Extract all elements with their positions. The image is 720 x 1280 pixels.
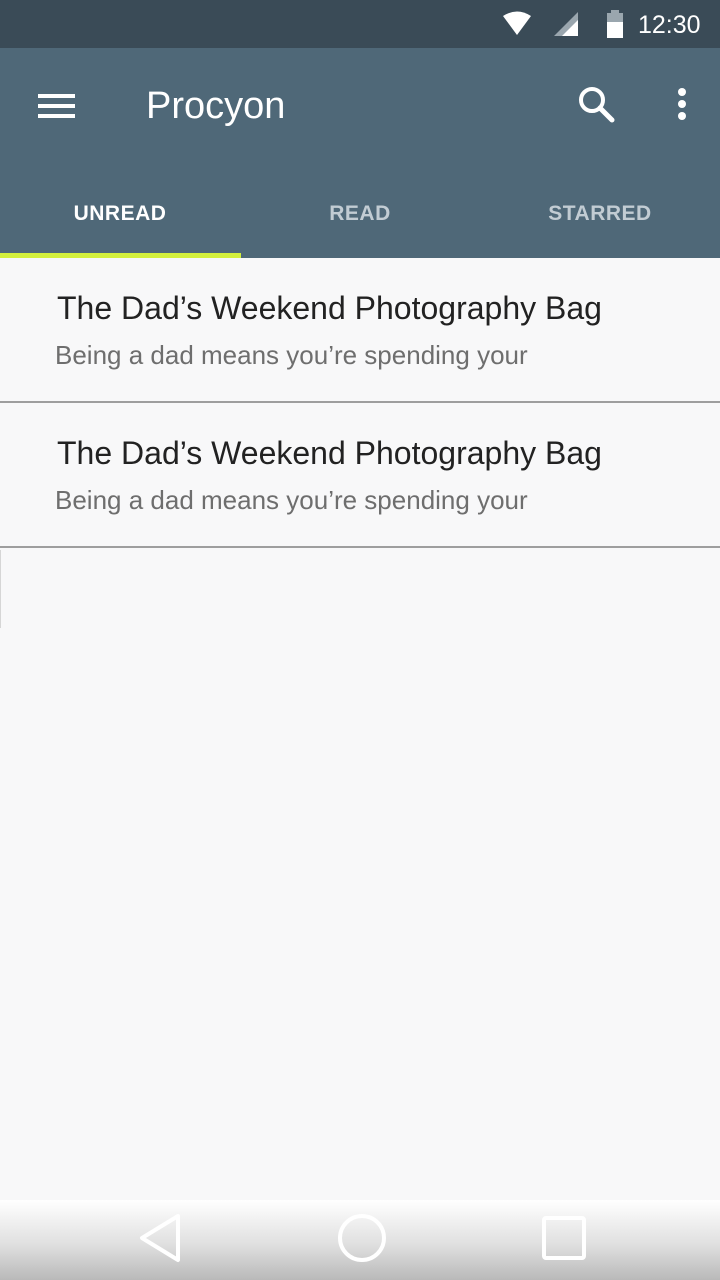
home-icon (338, 1214, 386, 1262)
back-icon (140, 1214, 180, 1262)
app-title: Procyon (146, 85, 286, 127)
wifi-icon (502, 11, 532, 42)
tab-starred-label: STARRED (548, 202, 652, 225)
search-icon (579, 87, 615, 123)
tab-read[interactable]: READ (240, 170, 480, 258)
back-button[interactable] (136, 1212, 186, 1269)
cell-signal-icon (553, 11, 579, 42)
tab-unread-label: UNREAD (73, 202, 167, 225)
article-snippet: Being a dad means you’re spending your (55, 485, 528, 515)
article-list: The Dad’s Weekend Photography Bag Being … (0, 258, 720, 548)
tab-read-label: READ (329, 202, 391, 225)
menu-icon (38, 94, 75, 118)
status-bar: 12:30 (0, 0, 720, 48)
more-vert-icon (678, 88, 686, 120)
list-item[interactable]: The Dad’s Weekend Photography Bag Being … (0, 258, 720, 403)
divider (0, 550, 1, 628)
search-button[interactable] (572, 80, 620, 128)
more-options-button[interactable] (664, 80, 700, 128)
tab-unread[interactable]: UNREAD (0, 170, 241, 258)
navigation-bar (0, 1200, 720, 1280)
article-title: The Dad’s Weekend Photography Bag (57, 435, 602, 471)
menu-button[interactable] (28, 84, 84, 128)
battery-icon (606, 10, 624, 43)
recents-icon (542, 1216, 586, 1260)
home-button[interactable] (336, 1212, 388, 1269)
article-snippet: Being a dad means you’re spending your (55, 340, 528, 370)
list-item[interactable]: The Dad’s Weekend Photography Bag Being … (0, 403, 720, 548)
recents-button[interactable] (540, 1214, 588, 1267)
tab-starred[interactable]: STARRED (480, 170, 720, 258)
status-time: 12:30 (638, 11, 701, 39)
app-bar: Procyon UNREAD READ STARRED (0, 48, 720, 258)
tab-bar: UNREAD READ STARRED (0, 170, 720, 258)
article-title: The Dad’s Weekend Photography Bag (57, 290, 602, 326)
